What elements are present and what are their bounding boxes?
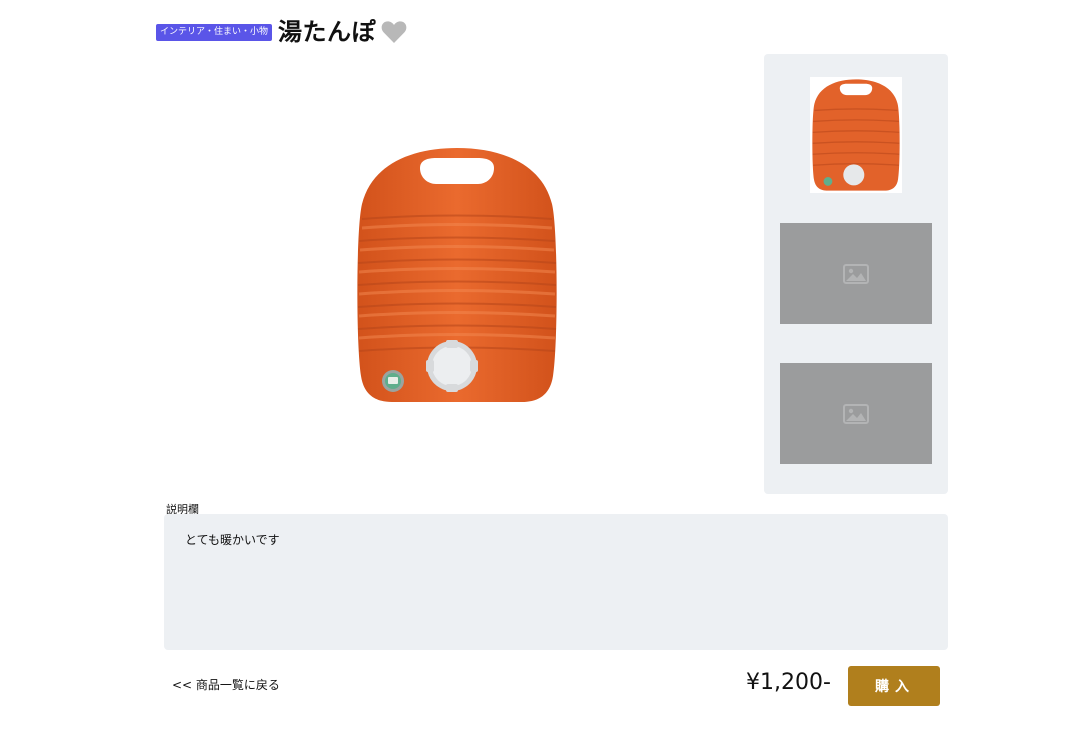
hot-water-bottle-image [812, 79, 900, 191]
thumbnail-panel [764, 54, 948, 494]
category-badge[interactable]: インテリア・住まい・小物 [156, 23, 273, 41]
hot-water-bottle-image [357, 148, 557, 402]
product-title: 湯たんぽ [278, 18, 377, 46]
thumbnail-1[interactable] [810, 77, 902, 193]
description-text: とても暖かいです [185, 533, 280, 547]
description-box: とても暖かいです [164, 514, 948, 650]
thumbnail-3[interactable] [780, 363, 932, 464]
main-image-area [156, 54, 752, 494]
price: ¥1,200- [746, 670, 831, 695]
image-placeholder-icon [843, 263, 869, 284]
buy-button[interactable]: 購入 [848, 666, 940, 706]
thumbnail-2[interactable] [780, 223, 932, 324]
product-header: インテリア・住まい・小物 湯たんぽ [156, 16, 407, 48]
heart-icon [381, 21, 407, 43]
back-to-list-link[interactable]: << 商品一覧に戻る [172, 676, 280, 693]
image-placeholder-icon [843, 403, 869, 424]
favorite-button[interactable] [381, 20, 407, 44]
